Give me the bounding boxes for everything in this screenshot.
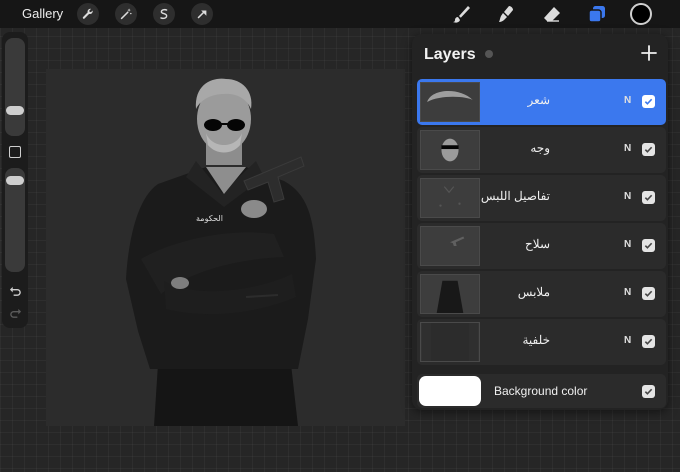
layer-thumbnail [420,322,480,362]
layer-name: وجه [530,141,550,155]
layer-row[interactable]: وجه N [417,127,666,173]
transform-arrow-icon[interactable] [191,3,213,25]
layer-thumbnail [420,82,480,122]
modify-button[interactable] [9,146,21,158]
layer-row[interactable]: ملابس N [417,271,666,317]
opacity-handle[interactable] [6,176,24,185]
visibility-checkbox[interactable] [642,239,655,252]
layer-row[interactable]: سلاح N [417,223,666,269]
layers-icon[interactable] [586,3,608,25]
checkmark-icon [644,98,653,105]
blend-mode-button[interactable]: N [624,143,631,154]
checkmark-icon [644,242,653,249]
background-color-label: Background color [494,384,588,398]
layer-row[interactable]: خلفية N [417,319,666,365]
layer-name: ملابس [517,285,550,299]
info-dot-icon [485,50,493,58]
layer-name: سلاح [525,237,550,251]
layer-name: شعر [527,93,550,107]
gallery-button[interactable]: Gallery [22,6,63,21]
brush-icon[interactable] [450,3,472,25]
blend-mode-button[interactable]: N [624,191,631,202]
checkmark-icon [644,388,653,395]
layer-name: خلفية [522,333,550,347]
checkmark-icon [644,194,653,201]
background-color-swatch[interactable] [419,376,481,406]
artwork-illustration: الحكومة [126,78,316,426]
layer-thumbnail [420,274,480,314]
background-color-row[interactable]: Background color [417,374,666,408]
color-picker[interactable] [630,3,652,25]
redo-icon[interactable] [7,306,23,320]
visibility-checkbox[interactable] [642,191,655,204]
blend-mode-button[interactable]: N [624,335,631,346]
drawing-canvas[interactable]: الحكومة [46,69,405,426]
wrench-icon[interactable] [77,3,99,25]
checkmark-icon [644,290,653,297]
blend-mode-button[interactable]: N [624,239,631,250]
checkmark-icon [644,338,653,345]
selection-icon[interactable] [153,3,175,25]
blend-mode-button[interactable]: N [624,287,631,298]
jacket-text: الحكومة [196,214,223,223]
visibility-checkbox[interactable] [642,335,655,348]
checkmark-icon [644,146,653,153]
visibility-checkbox[interactable] [642,95,655,108]
visibility-checkbox[interactable] [642,287,655,300]
brush-size-handle[interactable] [6,106,24,115]
eraser-icon[interactable] [541,3,563,25]
layer-thumbnail [420,178,480,218]
smudge-icon[interactable] [495,3,517,25]
layer-name: تفاصيل اللبس [480,189,550,203]
top-toolbar: Gallery [0,0,680,28]
add-layer-button[interactable] [638,42,660,64]
layer-row[interactable]: شعر N [417,79,666,125]
plus-icon [641,45,657,61]
layers-panel: Layers شعر N وجه N تفاصيل اللبس N سلاح N… [412,34,668,410]
left-sidebar [2,32,28,328]
undo-icon[interactable] [7,284,23,298]
brush-size-slider[interactable] [5,38,25,136]
visibility-checkbox[interactable] [642,385,655,398]
layer-row[interactable]: تفاصيل اللبس N [417,175,666,221]
visibility-checkbox[interactable] [642,143,655,156]
magic-wand-icon[interactable] [115,3,137,25]
layer-thumbnail [420,130,480,170]
panel-title: Layers [424,46,476,63]
blend-mode-button[interactable]: N [624,95,631,106]
opacity-slider[interactable] [5,168,25,272]
layer-thumbnail [420,226,480,266]
